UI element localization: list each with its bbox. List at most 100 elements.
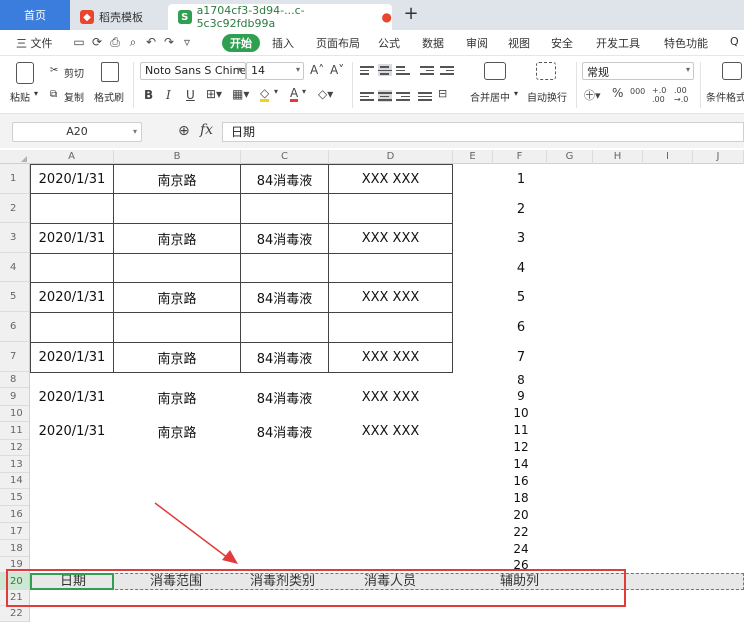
menu-view[interactable]: 视图 <box>508 35 530 51</box>
fill-color-dropdown-icon[interactable]: ▾ <box>274 87 278 96</box>
cut-button[interactable]: 剪切 <box>64 65 84 80</box>
align-middle-icon[interactable] <box>378 64 392 76</box>
cell-f9[interactable]: 9 <box>510 389 532 403</box>
border-icon[interactable]: ⊞▾ <box>206 87 222 101</box>
merge-center-button[interactable]: 合并居中 <box>470 89 510 104</box>
conditional-format-icon[interactable] <box>722 62 742 80</box>
copy-icon[interactable]: ⧉ <box>50 89 57 100</box>
row-header-11[interactable]: 11 <box>0 422 29 440</box>
merge-center-icon[interactable] <box>484 62 506 80</box>
column-header-h[interactable]: H <box>593 150 643 164</box>
number-format-select[interactable]: 常规 ▾ <box>582 62 694 80</box>
row-header-18[interactable]: 18 <box>0 540 29 557</box>
row-header-2[interactable]: 2 <box>0 194 29 223</box>
cell-f6[interactable]: 6 <box>510 320 532 335</box>
column-header-g[interactable]: G <box>547 150 593 164</box>
merge-dropdown-icon[interactable]: ▾ <box>514 89 518 98</box>
cell-a4[interactable] <box>30 253 114 283</box>
redo-icon[interactable]: ↷ <box>162 35 176 49</box>
align-top-icon[interactable] <box>360 64 374 76</box>
row-header-15[interactable]: 15 <box>0 489 29 506</box>
cell-b9[interactable]: 南京路 <box>113 388 241 407</box>
cell-c2[interactable] <box>240 193 329 224</box>
row-header-16[interactable]: 16 <box>0 506 29 523</box>
column-header-b[interactable]: B <box>114 150 241 164</box>
cell-d7[interactable]: XXX XXX <box>328 342 453 373</box>
spreadsheet-grid[interactable]: 2020/1/31 南京路 84消毒液 XXX XXX 2020/1/31 南京… <box>30 164 744 622</box>
tab-template[interactable]: ◆ 稻壳模板 <box>72 4 164 30</box>
cell-d2[interactable] <box>328 193 453 224</box>
cell-f14[interactable]: 16 <box>510 474 532 488</box>
decrease-decimal-icon[interactable]: .00 →.0 <box>674 86 688 104</box>
row-header-13[interactable]: 13 <box>0 456 29 473</box>
cell-b2[interactable] <box>113 193 241 224</box>
menu-file[interactable]: 三 文件 <box>16 35 53 51</box>
menu-formula[interactable]: 公式 <box>378 35 400 51</box>
zoom-icon[interactable]: ⊕ <box>178 123 190 139</box>
distributed-icon[interactable]: ⊟ <box>438 87 447 100</box>
cell-d3[interactable]: XXX XXX <box>328 223 453 254</box>
cell-a2[interactable] <box>30 193 114 224</box>
increase-indent-icon[interactable] <box>440 64 454 76</box>
align-center-icon[interactable] <box>378 90 392 102</box>
search-icon[interactable]: Q <box>730 35 739 48</box>
paste-dropdown-icon[interactable]: ▾ <box>34 89 38 98</box>
fill-pattern-icon[interactable]: ▦▾ <box>232 87 249 101</box>
align-right-icon[interactable] <box>396 90 410 102</box>
cell-d6[interactable] <box>328 312 453 343</box>
menu-review[interactable]: 审阅 <box>466 35 488 51</box>
cell-a9[interactable]: 2020/1/31 <box>30 388 114 406</box>
cell-f3[interactable]: 3 <box>510 231 532 246</box>
cell-c4[interactable] <box>240 253 329 283</box>
undo-icon[interactable]: ↶ <box>144 35 158 49</box>
font-color-icon[interactable]: A <box>290 87 299 102</box>
align-left-icon[interactable] <box>360 90 374 102</box>
cell-f18[interactable]: 24 <box>510 542 532 556</box>
tab-home[interactable]: 首页 <box>0 0 70 30</box>
cell-b3[interactable]: 南京路 <box>113 223 241 254</box>
print-icon[interactable]: ⎙ <box>108 35 122 49</box>
paste-button[interactable]: 粘贴 <box>10 89 30 104</box>
currency-icon[interactable]: ㊉▾ <box>584 87 601 103</box>
menu-data[interactable]: 数据 <box>422 35 444 51</box>
select-all-corner[interactable] <box>0 150 30 164</box>
cell-f16[interactable]: 20 <box>510 508 532 522</box>
row-header-17[interactable]: 17 <box>0 523 29 540</box>
column-header-e[interactable]: E <box>453 150 493 164</box>
cell-f11[interactable]: 11 <box>510 423 532 437</box>
wrap-text-button[interactable]: 自动换行 <box>527 89 567 104</box>
cell-b11[interactable]: 南京路 <box>113 422 241 441</box>
cell-c7[interactable]: 84消毒液 <box>240 342 329 373</box>
font-color-dropdown-icon[interactable]: ▾ <box>302 87 306 96</box>
row-header-9[interactable]: 9 <box>0 388 29 406</box>
row-header-12[interactable]: 12 <box>0 440 29 456</box>
cell-b6[interactable] <box>113 312 241 343</box>
row-header-8[interactable]: 8 <box>0 372 29 388</box>
cell-f12[interactable]: 12 <box>510 440 532 454</box>
row-header-3[interactable]: 3 <box>0 223 29 253</box>
justify-icon[interactable] <box>418 90 432 102</box>
print-preview-icon[interactable]: ⌕ <box>126 35 140 49</box>
column-header-a[interactable]: A <box>30 150 114 164</box>
cell-b7[interactable]: 南京路 <box>113 342 241 373</box>
cell-f1[interactable]: 1 <box>510 172 532 187</box>
bold-icon[interactable]: B <box>144 88 153 102</box>
paste-icon[interactable] <box>16 62 34 84</box>
cell-f17[interactable]: 22 <box>510 525 532 539</box>
cell-c11[interactable]: 84消毒液 <box>240 422 329 441</box>
cell-b5[interactable]: 南京路 <box>113 282 241 313</box>
cell-d9[interactable]: XXX XXX <box>328 388 453 406</box>
italic-icon[interactable]: I <box>166 88 171 102</box>
conditional-format-button[interactable]: 条件格式 <box>706 89 744 104</box>
name-box[interactable]: A20 ▾ <box>12 122 142 142</box>
cell-a7[interactable]: 2020/1/31 <box>30 342 114 373</box>
thousands-separator-icon[interactable]: 000 <box>630 87 645 96</box>
fill-color-icon[interactable]: ◇ <box>260 87 270 102</box>
export-icon[interactable]: ⟳ <box>90 35 104 49</box>
column-header-c[interactable]: C <box>241 150 329 164</box>
new-tab-button[interactable]: + <box>400 4 422 26</box>
cell-c3[interactable]: 84消毒液 <box>240 223 329 254</box>
decrease-indent-icon[interactable] <box>420 64 434 76</box>
cell-c5[interactable]: 84消毒液 <box>240 282 329 313</box>
row-header-6[interactable]: 6 <box>0 312 29 342</box>
